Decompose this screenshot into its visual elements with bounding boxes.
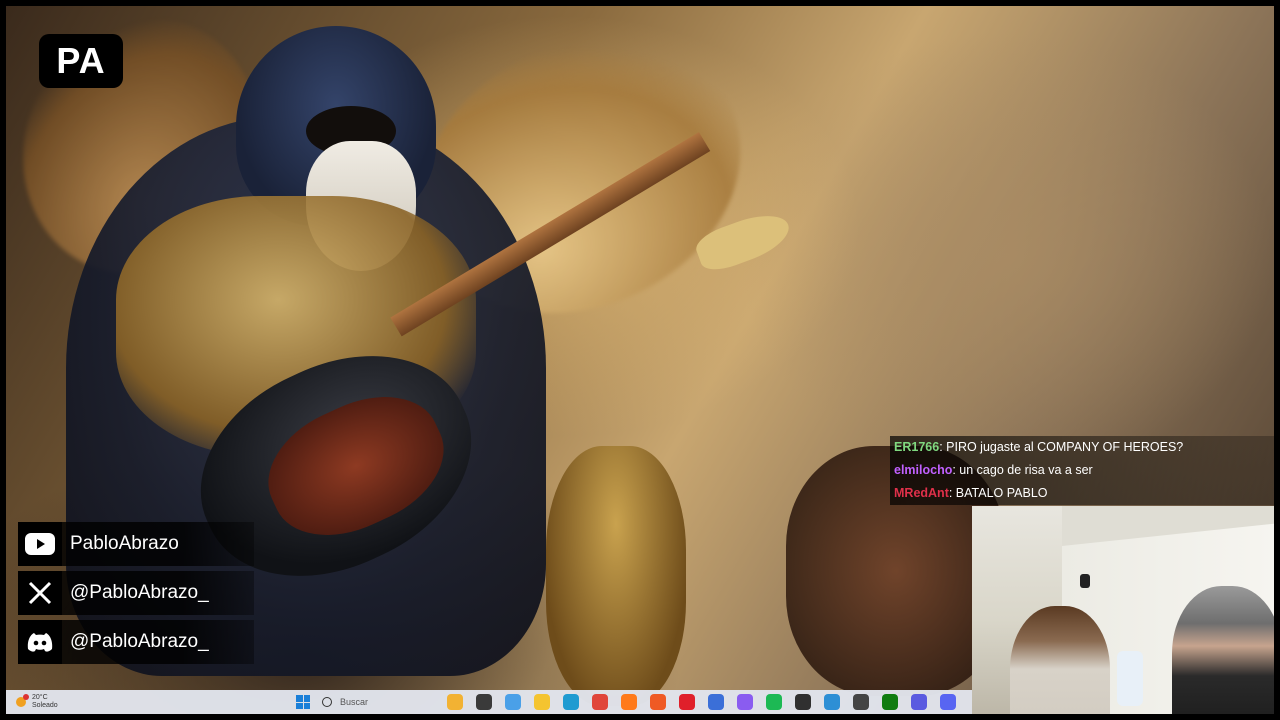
chat-username: elmilocho: [894, 463, 953, 477]
weather-text: 20°C Soleado: [32, 694, 58, 710]
copilot-app-icon[interactable]: [504, 694, 521, 710]
discord-app-icon[interactable]: [939, 694, 956, 710]
x-icon: [18, 571, 62, 615]
discord-icon: [18, 620, 62, 664]
chat-username: MRedAnt: [894, 486, 949, 500]
chat-overlay: ER1766: PIRO jugaste al COMPANY OF HEROE…: [890, 436, 1274, 505]
chat-text: : PIRO jugaste al COMPANY OF HEROES?: [939, 440, 1184, 454]
windows-taskbar: 20°C Soleado Buscar: [6, 690, 972, 714]
spotify-app-icon[interactable]: [765, 694, 782, 710]
youtube-handle: PabloAbrazo: [70, 533, 179, 554]
sun-icon: [16, 694, 29, 707]
chat-message: ER1766: PIRO jugaste al COMPANY OF HEROE…: [890, 436, 1274, 459]
audio-app-icon[interactable]: [852, 694, 869, 710]
webcam-person-left: [1010, 606, 1110, 714]
discord-handle: @PabloAbrazo_: [70, 631, 209, 652]
explorer-app-icon[interactable]: [533, 694, 550, 710]
webcam-lamp: [1080, 574, 1090, 588]
social-discord: @PabloAbrazo_: [18, 620, 254, 664]
youtube-icon: [18, 522, 62, 566]
taskbar-apps: [440, 694, 962, 710]
chat-username: ER1766: [894, 440, 940, 454]
search-icon: [322, 697, 332, 707]
snip-app-icon[interactable]: [736, 694, 753, 710]
obs-app-icon[interactable]: [794, 694, 811, 710]
weather-desc: Soleado: [32, 702, 58, 709]
webcam-feed: [972, 506, 1274, 714]
taskbar-center: Buscar: [296, 693, 962, 711]
webcam-person-right: [1172, 586, 1274, 714]
taskbar-search[interactable]: Buscar: [322, 693, 432, 711]
vscode-app-icon[interactable]: [823, 694, 840, 710]
windows-start-icon[interactable]: [296, 695, 310, 709]
brave-app-icon[interactable]: [649, 694, 666, 710]
firefox-app-icon[interactable]: [620, 694, 637, 710]
webcam-bottle: [1117, 651, 1143, 706]
chrome-app-icon[interactable]: [591, 694, 608, 710]
file-app-icon[interactable]: [475, 694, 492, 710]
opera-app-icon[interactable]: [678, 694, 695, 710]
weather-widget[interactable]: 20°C Soleado: [16, 694, 136, 710]
social-x: @PabloAbrazo_: [18, 571, 254, 615]
widgets-app-icon[interactable]: [446, 694, 463, 710]
chat-message: elmilocho: un cago de risa va a ser: [890, 459, 1274, 482]
edge-app-icon[interactable]: [562, 694, 579, 710]
chat-message: MRedAnt: BATALO PABLO: [890, 482, 1274, 505]
weather-temp: 20°C: [32, 694, 48, 701]
leg-armor-art: [546, 446, 686, 706]
search-placeholder: Buscar: [340, 697, 369, 707]
social-links: PabloAbrazo @PabloAbrazo_ @PabloAbrazo_: [18, 522, 254, 669]
chat-text: : BATALO PABLO: [948, 486, 1048, 500]
xbox-app-icon[interactable]: [881, 694, 898, 710]
mail-app-icon[interactable]: [707, 694, 724, 710]
chat-text: : un cago de risa va a ser: [952, 463, 1093, 477]
channel-logo: PA: [39, 34, 123, 88]
social-youtube: PabloAbrazo: [18, 522, 254, 566]
notification-dot: [23, 694, 29, 700]
x-handle: @PabloAbrazo_: [70, 582, 209, 603]
gamepad-app-icon[interactable]: [910, 694, 927, 710]
